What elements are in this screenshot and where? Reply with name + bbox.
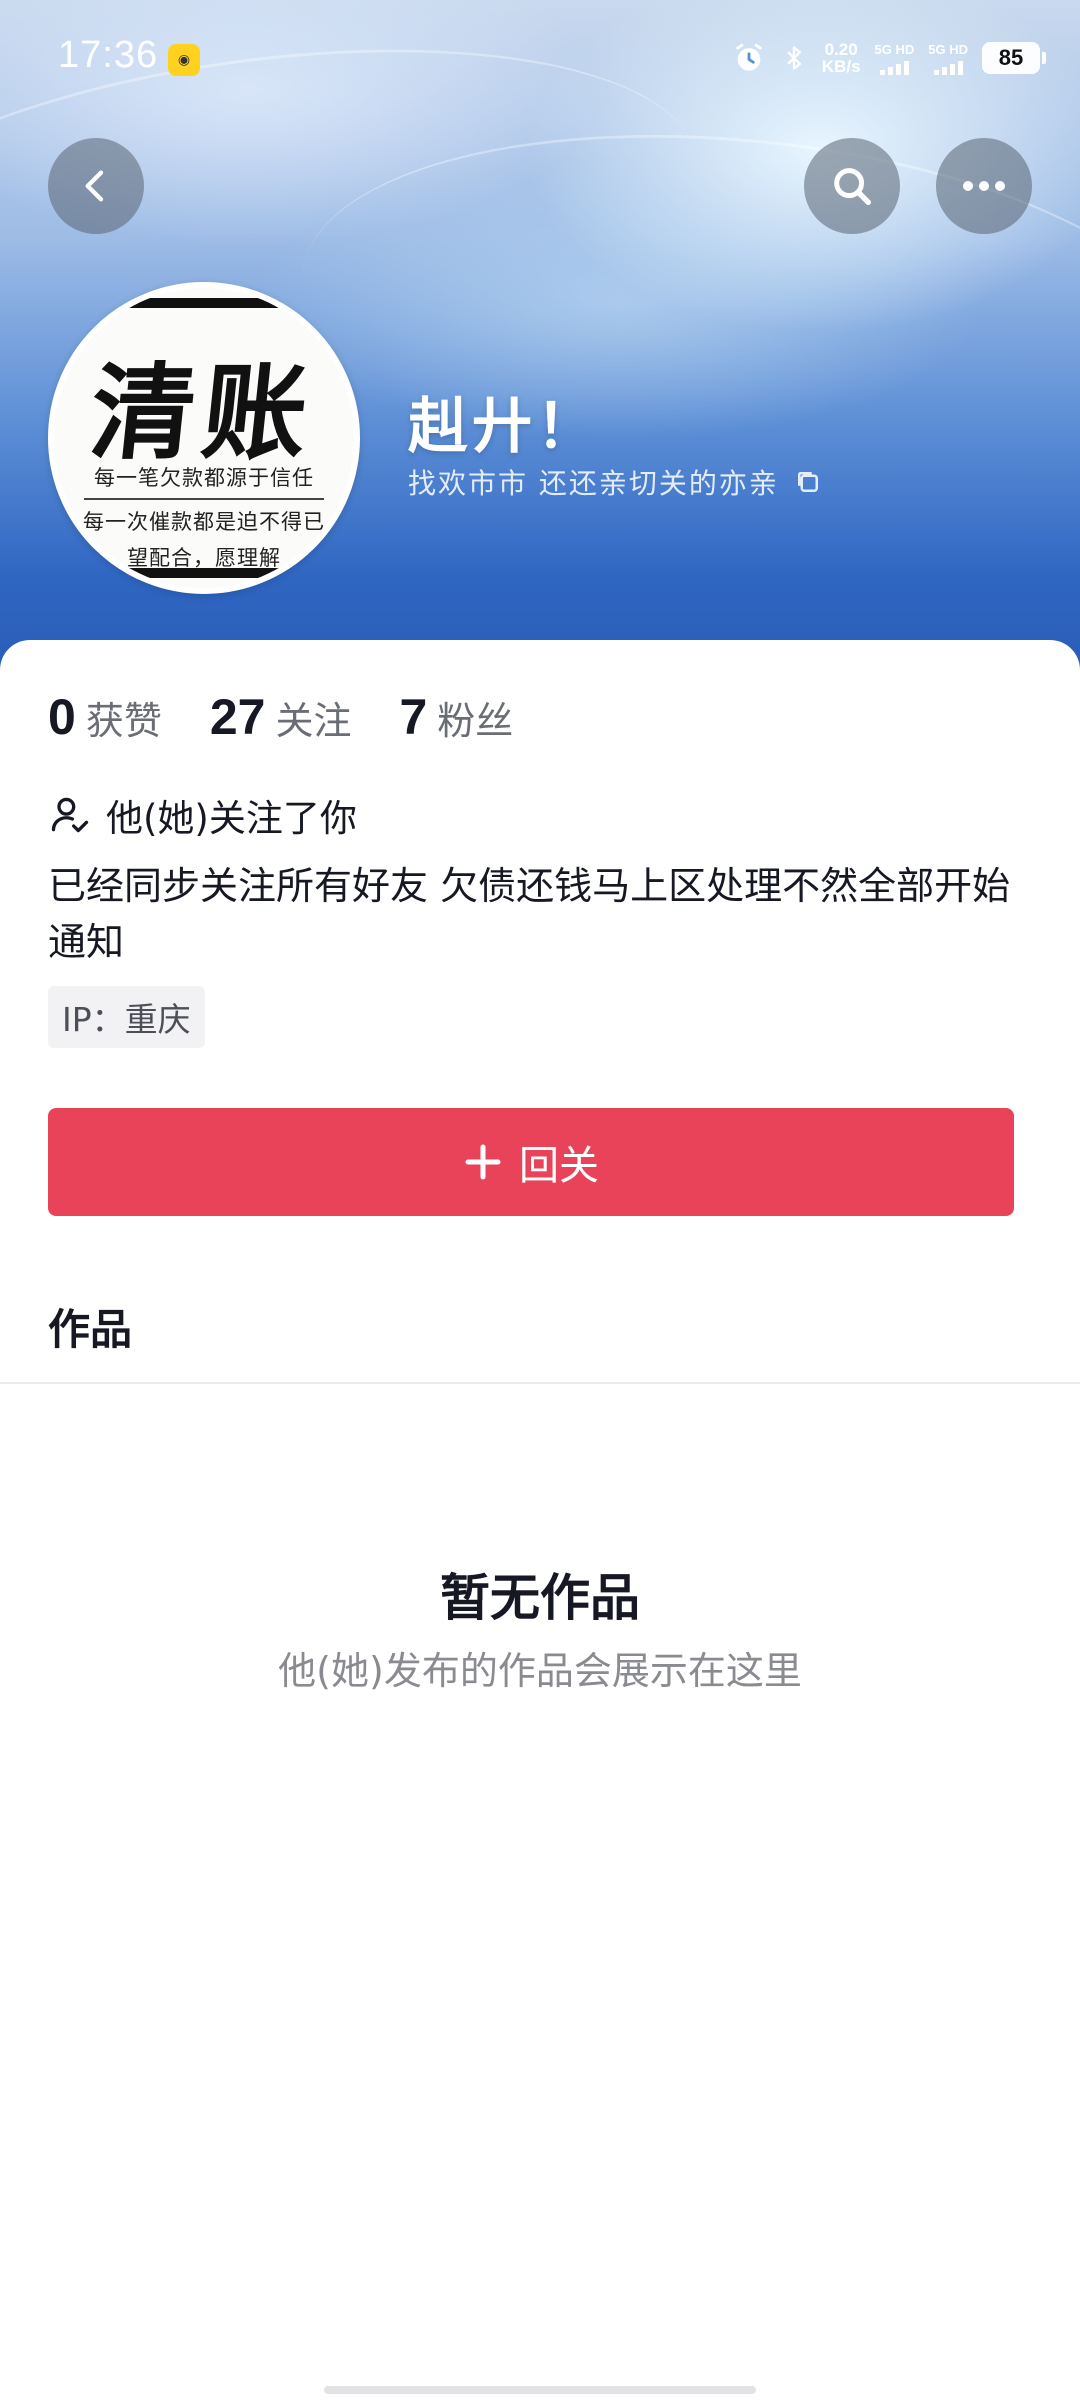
profile-stats: 0 获赞 27 关注 7 粉丝 [48, 688, 561, 746]
avatar-deco-line [94, 568, 314, 578]
user-check-icon [51, 797, 89, 833]
stat-followers-label: 粉丝 [437, 699, 514, 743]
more-horizontal-icon [963, 181, 1005, 191]
follow-back-button[interactable]: 回关 [48, 1108, 1014, 1216]
sim1-label: 5G HD [874, 41, 915, 57]
sim2-signal: 5G HD [928, 42, 968, 75]
stat-followers-value: 7 [399, 689, 428, 745]
avatar-line-1: 每一笔欠款都源于信任 [94, 466, 314, 490]
profile-nickname: 赳廾！ [408, 392, 600, 462]
bluetooth-icon [787, 46, 801, 70]
status-bar: 17:36 ◉ 0.20 KB/s 5G HD 5G HD 85 [0, 0, 1080, 118]
signal-bars-icon [933, 59, 963, 75]
avatar-deco-line [74, 298, 334, 308]
battery-indicator: 85 [982, 42, 1046, 74]
chevron-left-icon [85, 170, 104, 202]
empty-works-title: 暂无作品 [440, 1569, 640, 1627]
stat-likes[interactable]: 0 获赞 [48, 688, 162, 746]
tab-works[interactable]: 作品 [48, 1296, 132, 1357]
profile-sub-line[interactable]: 找欢市市 还还亲切关的亦亲 [408, 462, 823, 502]
search-button[interactable] [804, 138, 900, 234]
more-button[interactable] [936, 138, 1032, 234]
copy-icon[interactable] [793, 467, 823, 497]
avatar-separator [84, 498, 324, 500]
profile-card: 0 获赞 27 关注 7 粉丝 他(她)关注了你 已经同步关注所有好友 欠债还钱… [0, 640, 1080, 2400]
avatar[interactable]: 清账 每一笔欠款都源于信任 每一次催款都是迫不得已 望配合，愿理解 [48, 282, 360, 594]
search-icon [834, 168, 871, 205]
follow-back-label: 回关 [519, 1143, 599, 1189]
follows-you-note: 他(她)关注了你 [48, 788, 357, 842]
signal-bars-icon [879, 59, 909, 75]
stat-following[interactable]: 27 关注 [210, 688, 352, 746]
stat-following-value: 27 [209, 689, 266, 745]
ip-location-tag: IP：重庆 [48, 986, 205, 1048]
app-notification-icon: ◉ [168, 44, 200, 76]
avatar-big-text: 清账 [84, 351, 322, 474]
profile-bio: 已经同步关注所有好友 欠债还钱马上区处理不然全部开始通知 [48, 864, 1011, 964]
status-time: 17:36 [58, 34, 159, 76]
home-indicator[interactable] [324, 2386, 756, 2394]
avatar-line-2: 每一次催款都是迫不得已 [83, 510, 325, 534]
network-speed-value: 0.20 [824, 40, 858, 59]
stat-following-label: 关注 [275, 699, 352, 743]
back-button[interactable] [48, 138, 144, 234]
empty-works-subtitle: 他(她)发布的作品会展示在这里 [278, 1649, 802, 1693]
stat-likes-label: 获赞 [85, 699, 162, 743]
stat-followers[interactable]: 7 粉丝 [399, 688, 513, 746]
tab-divider [0, 1382, 1080, 1384]
network-speed: 0.20 KB/s [822, 41, 861, 75]
stat-likes-value: 0 [48, 689, 76, 745]
network-speed-unit: KB/s [821, 57, 861, 76]
plus-icon [465, 1144, 501, 1180]
profile-sub-text: 找欢市市 还还亲切关的亦亲 [408, 467, 779, 500]
sim2-label: 5G HD [928, 41, 968, 57]
follows-you-text: 他(她)关注了你 [106, 797, 357, 840]
alarm-icon [736, 43, 762, 71]
sim1-signal: 5G HD [874, 41, 915, 75]
